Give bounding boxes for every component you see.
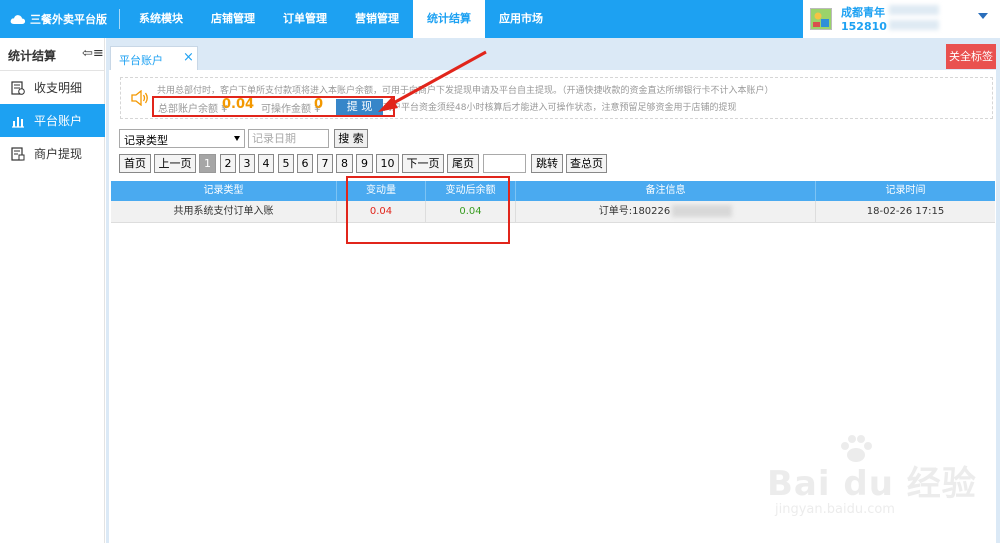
cell-note: 订单号:180226: [516, 201, 816, 223]
pager-page-9[interactable]: 9: [356, 154, 373, 173]
column-header-time: 记录时间: [885, 185, 926, 196]
total-balance-label: 总部账户余额 ¥: [158, 104, 228, 115]
sidebar-item-label: 商户提现: [34, 147, 83, 161]
withdraw-button[interactable]: 提 现: [336, 99, 383, 115]
user-phone: 152810: [841, 20, 887, 33]
sidebar-header: 统计结算 ⇦≡: [0, 38, 105, 71]
top-navigation-bar: 三餐外卖平台版 系统模块 店铺管理 订单管理 营销管理 统计结算 应用市场 成都…: [0, 0, 1000, 38]
pager-page-2[interactable]: 2: [220, 154, 236, 173]
nav-store-management[interactable]: 店铺管理: [197, 0, 269, 38]
brand-name: 三餐外卖平台版: [30, 13, 107, 26]
pager-page-6[interactable]: 6: [297, 154, 313, 173]
pager-total-button[interactable]: 查总页: [566, 154, 607, 173]
pager-page-1[interactable]: 1: [199, 154, 216, 173]
ledger-icon: [11, 80, 25, 95]
tab-platform-account[interactable]: 平台账户 ×: [110, 46, 198, 70]
column-header-note: 备注信息: [516, 181, 816, 201]
withdraw-icon: [11, 146, 25, 161]
pager-page-5[interactable]: 5: [278, 154, 294, 173]
cell-type: 共用系统支付订单入账: [111, 201, 337, 223]
order-number: 订单号:180226: [598, 206, 671, 217]
pager-first-button[interactable]: 首页: [119, 154, 151, 173]
pager-page-8[interactable]: 8: [336, 154, 353, 173]
close-all-tabs-button[interactable]: 关全标签: [946, 44, 996, 69]
user-name: 成都青年: [841, 6, 885, 19]
brand-logo[interactable]: 三餐外卖平台版: [10, 0, 107, 38]
sidebar-item-label: 收支明细: [34, 81, 83, 95]
pager-page-7[interactable]: 7: [317, 154, 333, 173]
bar-chart-icon: [12, 116, 24, 128]
pager-page-10[interactable]: 10: [376, 154, 399, 173]
annotation-highlight-box: [346, 176, 510, 244]
table-row[interactable]: 共用系统支付订单入账 0.04 0.04 订单号:180226 18-02-26…: [111, 201, 995, 223]
nav-app-market[interactable]: 应用市场: [485, 0, 557, 38]
nav-system-modules[interactable]: 系统模块: [125, 0, 197, 38]
pager-prev-button[interactable]: 上一页: [154, 154, 196, 173]
redacted-order-number: [672, 205, 733, 217]
sidebar-item-label: 平台账户: [34, 114, 83, 128]
chevron-down-icon[interactable]: [978, 13, 988, 19]
table-header: 记录类型 变动量 变动后余额 备注信息 记录时间: [111, 181, 995, 201]
redacted-name: [889, 5, 939, 15]
tab-strip: 平台账户 ×: [106, 38, 1000, 70]
user-menu[interactable]: 成都青年 152810: [803, 0, 1000, 38]
record-type-select-value: 记录类型: [124, 134, 168, 147]
pager-page-3[interactable]: 3: [239, 154, 255, 173]
record-date-input[interactable]: [248, 129, 329, 148]
sidebar-item-income-expense[interactable]: 收支明细: [0, 71, 105, 104]
sidebar-item-platform-account[interactable]: 平台账户: [0, 104, 105, 137]
tab-label: 平台账户: [119, 54, 163, 67]
avatar: [810, 8, 832, 30]
pager-page-4[interactable]: 4: [258, 154, 274, 173]
notice-line-1: 共用总部付时，客户下单所支付款项将进入本账户余额，可用于向商户下发提现申请及平台…: [157, 86, 774, 96]
close-icon[interactable]: ×: [183, 50, 194, 65]
pager-next-button[interactable]: 下一页: [402, 154, 444, 173]
avatar-image-icon: [811, 9, 831, 29]
column-header-type: 记录类型: [111, 181, 337, 201]
available-amount-label: 可操作金额 ¥: [261, 104, 321, 115]
redacted-phone: [889, 20, 939, 30]
sidebar: 统计结算 ⇦≡ 收支明细 平台账户 商户提现: [0, 38, 105, 543]
speaker-icon: [131, 90, 148, 106]
logo-divider: [119, 9, 120, 29]
available-amount-value: 0: [314, 97, 324, 112]
cloud-icon: [10, 14, 26, 24]
cell-time: 18-02-26 17:15: [866, 206, 945, 217]
search-button[interactable]: 搜 索: [334, 129, 368, 148]
record-type-select[interactable]: 记录类型: [119, 129, 245, 148]
top-nav: 系统模块 店铺管理 订单管理 营销管理 统计结算 应用市场: [125, 0, 557, 38]
collapse-menu-icon[interactable]: ⇦≡: [82, 46, 104, 61]
nav-statistics-settlement[interactable]: 统计结算: [413, 0, 485, 38]
sidebar-item-merchant-withdraw[interactable]: 商户提现: [0, 137, 105, 170]
chevron-down-icon: [234, 136, 240, 141]
nav-order-management[interactable]: 订单管理: [269, 0, 341, 38]
pager-jump-button[interactable]: 跳转: [531, 154, 563, 173]
total-balance-value: 0.04: [222, 97, 255, 112]
notice-line-2: 商户平台资金须经48小时核算后才能进入可操作状态，注意预留足够资金用于店铺的提现: [383, 103, 737, 113]
sidebar-title: 统计结算: [8, 49, 57, 63]
nav-marketing-management[interactable]: 营销管理: [341, 0, 413, 38]
page-number-input[interactable]: [483, 154, 526, 173]
pager-last-button[interactable]: 尾页: [447, 154, 479, 173]
